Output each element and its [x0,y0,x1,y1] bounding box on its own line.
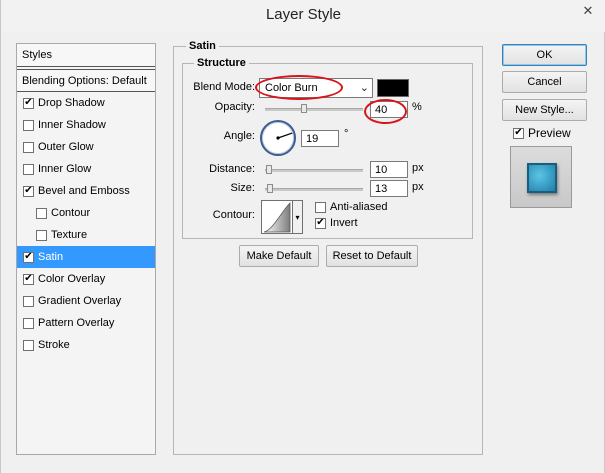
preview-thumbnail [510,146,572,208]
style-item-drop-shadow[interactable]: ✔ Drop Shadow [17,92,155,114]
checkbox-icon[interactable] [23,295,34,307]
checkbox-icon[interactable] [23,317,34,329]
preview-label: Preview [528,126,571,140]
opacity-unit: % [412,101,422,113]
style-item-label: Gradient Overlay [38,295,122,307]
checkbox-icon[interactable]: ✔ [23,273,34,285]
styles-list: Styles Blending Options: Default ✔ Drop S… [16,43,156,455]
invert-checkbox[interactable]: ✔ Invert [315,217,358,229]
checkbox-icon[interactable] [23,119,34,131]
opacity-slider-thumb[interactable] [301,104,308,113]
angle-label: Angle: [223,130,255,142]
style-item-label: Bevel and Emboss [38,185,130,197]
satin-group-title: Satin [186,40,219,52]
annotation-ellipse-blend-mode [255,75,343,100]
checkbox-icon[interactable] [23,141,34,153]
style-item-bevel-and-emboss[interactable]: ✔ Bevel and Emboss [17,180,155,202]
close-icon[interactable]: ✕ [570,0,605,21]
checkbox-icon[interactable] [315,201,326,213]
blending-options-item[interactable]: Blending Options: Default [17,69,155,92]
angle-dial[interactable] [260,120,296,156]
make-default-button[interactable]: Make Default [239,245,319,267]
style-item-label: Stroke [38,339,70,351]
preview-swatch [527,163,557,193]
angle-needle-icon [276,132,293,140]
distance-slider-track[interactable] [265,169,363,172]
reset-to-default-button[interactable]: Reset to Default [326,245,418,267]
angle-input[interactable]: 19 [301,130,339,147]
style-item-label: Color Overlay [38,273,106,285]
distance-label: Distance: [209,163,255,175]
blend-mode-label: Blend Mode: [193,81,255,93]
checkbox-icon[interactable]: ✔ [23,185,34,197]
style-item-contour[interactable]: Contour [17,202,155,224]
anti-aliased-checkbox[interactable]: Anti-aliased [315,201,387,213]
contour-curve-icon [263,202,291,233]
distance-unit: px [412,162,424,174]
checkbox-icon[interactable] [36,229,47,241]
size-label: Size: [230,182,255,194]
checkbox-icon[interactable]: ✔ [315,217,326,229]
contour-label: Contour: [212,209,255,221]
style-item-label: Inner Shadow [38,119,106,131]
opacity-label: Opacity: [214,101,255,113]
style-item-label: Satin [38,251,64,263]
style-item-label: Outer Glow [38,141,94,153]
style-item-color-overlay[interactable]: ✔ Color Overlay [17,268,155,290]
contour-dropdown-icon[interactable]: ▾ [292,200,303,234]
checkbox-icon[interactable]: ✔ [23,97,34,109]
size-unit: px [412,181,424,193]
style-item-inner-glow[interactable]: Inner Glow [17,158,155,180]
structure-group-title: Structure [194,57,249,69]
opacity-slider-track[interactable] [265,108,363,111]
style-items: ✔ Drop Shadow Inner Shadow Outer Glow Inner … [17,92,155,356]
size-slider-track[interactable] [265,188,363,191]
style-item-texture[interactable]: Texture [17,224,155,246]
style-item-satin[interactable]: ✔ Satin [17,246,155,268]
new-style-button[interactable]: New Style... [502,99,587,121]
checkbox-icon[interactable]: ✔ [23,251,34,263]
layer-style-dialog: Layer Style ✕ Styles Blending Options: D… [0,0,605,473]
size-input[interactable]: 13 [370,180,408,197]
style-item-inner-shadow[interactable]: Inner Shadow [17,114,155,136]
satin-color-swatch[interactable] [377,79,409,97]
style-item-label: Contour [51,207,91,219]
style-item-label: Pattern Overlay [38,317,115,329]
title-bar: Layer Style ✕ [1,0,605,32]
style-item-outer-glow[interactable]: Outer Glow [17,136,155,158]
annotation-ellipse-opacity [364,99,407,124]
style-item-stroke[interactable]: Stroke [17,334,155,356]
invert-label: Invert [330,217,358,229]
checkbox-icon[interactable] [23,163,34,175]
chevron-down-icon: ⌄ [359,82,369,94]
styles-header[interactable]: Styles [17,44,155,67]
checkbox-icon[interactable] [36,207,47,219]
ok-button[interactable]: OK [502,44,587,66]
checkbox-icon[interactable] [23,339,34,351]
cancel-button[interactable]: Cancel [502,71,587,93]
distance-input[interactable]: 10 [370,161,408,178]
style-item-label: Texture [51,229,88,241]
anti-aliased-label: Anti-aliased [330,201,388,213]
style-item-gradient-overlay[interactable]: Gradient Overlay [17,290,155,312]
size-slider-thumb[interactable] [266,184,273,193]
style-item-pattern-overlay[interactable]: Pattern Overlay [17,312,155,334]
preview-checkbox[interactable]: ✔ Preview [513,126,571,140]
style-item-label: Inner Glow [38,163,92,175]
angle-unit: ° [344,128,349,140]
checkbox-icon[interactable]: ✔ [513,127,524,139]
distance-slider-thumb[interactable] [265,165,272,174]
style-item-label: Drop Shadow [38,97,105,109]
dialog-title: Layer Style [265,6,342,23]
